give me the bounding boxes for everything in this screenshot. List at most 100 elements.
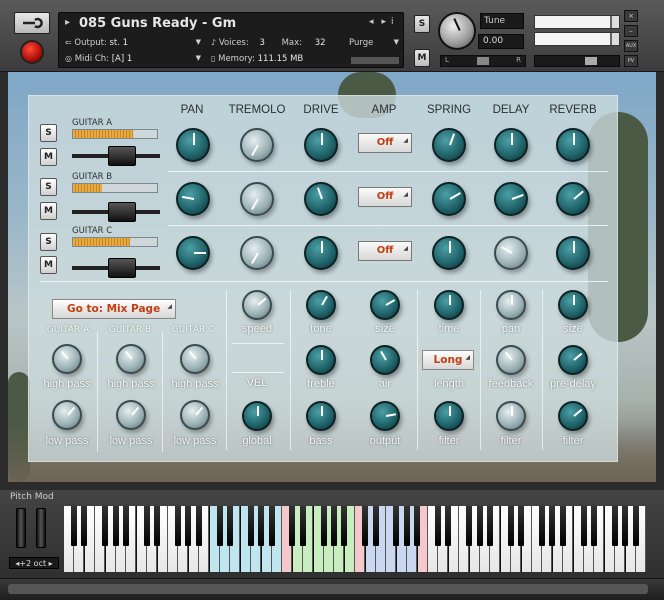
- guitar-c-tremolo-knob[interactable]: [240, 236, 274, 270]
- spring-length-dropdown[interactable]: Long: [422, 349, 474, 370]
- pan-slider[interactable]: L R: [440, 55, 526, 67]
- black-key[interactable]: [143, 506, 150, 546]
- black-key[interactable]: [289, 506, 296, 546]
- guitar-a-delay-knob[interactable]: [494, 128, 528, 162]
- guitar-b-reverb-knob[interactable]: [556, 182, 590, 216]
- black-key[interactable]: [590, 506, 597, 546]
- info-icon[interactable]: i: [391, 17, 394, 27]
- amp-size-knob[interactable]: [370, 290, 400, 320]
- black-key[interactable]: [580, 506, 587, 546]
- black-key[interactable]: [611, 506, 618, 546]
- guitar-a-low-pass-knob[interactable]: [52, 400, 82, 430]
- black-key[interactable]: [622, 506, 629, 546]
- guitar-a-mute-button[interactable]: M: [40, 148, 57, 166]
- black-key[interactable]: [466, 506, 473, 546]
- pan-handle[interactable]: [477, 57, 489, 65]
- octave-selector[interactable]: ◂+2 oct ▸: [9, 557, 59, 569]
- guitar-a-tremolo-knob[interactable]: [240, 128, 274, 162]
- guitar-b-high-pass-knob[interactable]: [116, 344, 146, 374]
- guitar-b-solo-button[interactable]: S: [40, 178, 57, 196]
- amp-output-knob[interactable]: [370, 401, 400, 431]
- wrench-icon[interactable]: [14, 12, 50, 34]
- black-key[interactable]: [102, 506, 109, 546]
- vel-global-knob[interactable]: [242, 401, 272, 431]
- black-key[interactable]: [268, 506, 275, 546]
- guitar-b-delay-knob[interactable]: [494, 182, 528, 216]
- black-key[interactable]: [174, 506, 181, 546]
- guitar-a-drive-knob[interactable]: [304, 128, 338, 162]
- black-key[interactable]: [538, 506, 545, 546]
- black-key[interactable]: [185, 506, 192, 546]
- guitar-c-spring-knob[interactable]: [432, 236, 466, 270]
- purge-menu[interactable]: Purge ▼: [349, 38, 403, 48]
- black-key[interactable]: [112, 506, 119, 546]
- guitar-a-reverb-knob[interactable]: [556, 128, 590, 162]
- close-button[interactable]: ×: [624, 10, 638, 22]
- black-key[interactable]: [216, 506, 223, 546]
- guitar-a-fader[interactable]: [108, 146, 136, 166]
- guitar-b-amp-dropdown[interactable]: Off: [358, 186, 412, 207]
- goto-mix-page-dropdown[interactable]: Go to: Mix Page: [52, 298, 176, 319]
- black-key[interactable]: [559, 506, 566, 546]
- black-key[interactable]: [518, 506, 525, 546]
- black-key[interactable]: [195, 506, 202, 546]
- guitar-a-high-pass-knob[interactable]: [52, 344, 82, 374]
- guitar-a-solo-button[interactable]: S: [40, 124, 57, 142]
- drive-tone-knob[interactable]: [306, 290, 336, 320]
- output-field[interactable]: ⇐ Output: st. 1 ▼: [65, 38, 205, 48]
- guitar-b-mute-button[interactable]: M: [40, 202, 57, 220]
- guitar-c-solo-button[interactable]: S: [40, 233, 57, 251]
- black-key[interactable]: [81, 506, 88, 546]
- aux-button[interactable]: AUX: [624, 40, 638, 52]
- tune-knob[interactable]: [438, 12, 476, 50]
- delay-feedback-knob[interactable]: [496, 345, 526, 375]
- tremolo-speed-knob[interactable]: [242, 290, 272, 320]
- volume-slider[interactable]: [534, 55, 620, 67]
- black-key[interactable]: [632, 506, 639, 546]
- black-key[interactable]: [70, 506, 77, 546]
- black-key[interactable]: [393, 506, 400, 546]
- black-key[interactable]: [445, 506, 452, 546]
- reverb-size-knob[interactable]: [558, 290, 588, 320]
- horizontal-scrollbar[interactable]: [8, 584, 648, 594]
- black-key[interactable]: [258, 506, 265, 546]
- spring-time-knob[interactable]: [434, 290, 464, 320]
- black-key[interactable]: [403, 506, 410, 546]
- spring-filter-knob[interactable]: [434, 401, 464, 431]
- tune-value[interactable]: 0.00: [478, 34, 524, 49]
- guitar-b-low-pass-knob[interactable]: [116, 400, 146, 430]
- delay-filter-knob[interactable]: [496, 401, 526, 431]
- black-key[interactable]: [299, 506, 306, 546]
- black-key[interactable]: [476, 506, 483, 546]
- solo-button[interactable]: S: [414, 15, 430, 33]
- guitar-b-pan-knob[interactable]: [176, 182, 210, 216]
- black-key[interactable]: [549, 506, 556, 546]
- midi-channel-field[interactable]: ◎ Midi Ch: [A] 1 ▼: [65, 54, 205, 64]
- guitar-b-tremolo-knob[interactable]: [240, 182, 274, 216]
- drive-bass-knob[interactable]: [306, 401, 336, 431]
- guitar-c-fader[interactable]: [108, 258, 136, 278]
- black-key[interactable]: [414, 506, 421, 546]
- black-key[interactable]: [247, 506, 254, 546]
- pitch-wheel[interactable]: [16, 508, 26, 548]
- guitar-a-amp-dropdown[interactable]: Off: [358, 132, 412, 153]
- black-key[interactable]: [372, 506, 379, 546]
- minimize-button[interactable]: –: [624, 25, 638, 37]
- mod-wheel[interactable]: [36, 508, 46, 548]
- piano-keyboard[interactable]: [64, 506, 646, 572]
- black-key[interactable]: [362, 506, 369, 546]
- reverb-filter-knob[interactable]: [558, 401, 588, 431]
- guitar-c-amp-dropdown[interactable]: Off: [358, 240, 412, 261]
- black-key[interactable]: [154, 506, 161, 546]
- reverb-pre-delay-knob[interactable]: [558, 345, 588, 375]
- black-key[interactable]: [507, 506, 514, 546]
- guitar-c-mute-button[interactable]: M: [40, 256, 57, 274]
- black-key[interactable]: [486, 506, 493, 546]
- pv-button[interactable]: PV: [624, 55, 638, 67]
- guitar-c-low-pass-knob[interactable]: [180, 400, 210, 430]
- guitar-c-delay-knob[interactable]: [494, 236, 528, 270]
- amp-air-knob[interactable]: [370, 345, 400, 375]
- guitar-c-high-pass-knob[interactable]: [180, 344, 210, 374]
- instrument-name[interactable]: 085 Guns Ready - Gm: [79, 16, 236, 31]
- black-key[interactable]: [341, 506, 348, 546]
